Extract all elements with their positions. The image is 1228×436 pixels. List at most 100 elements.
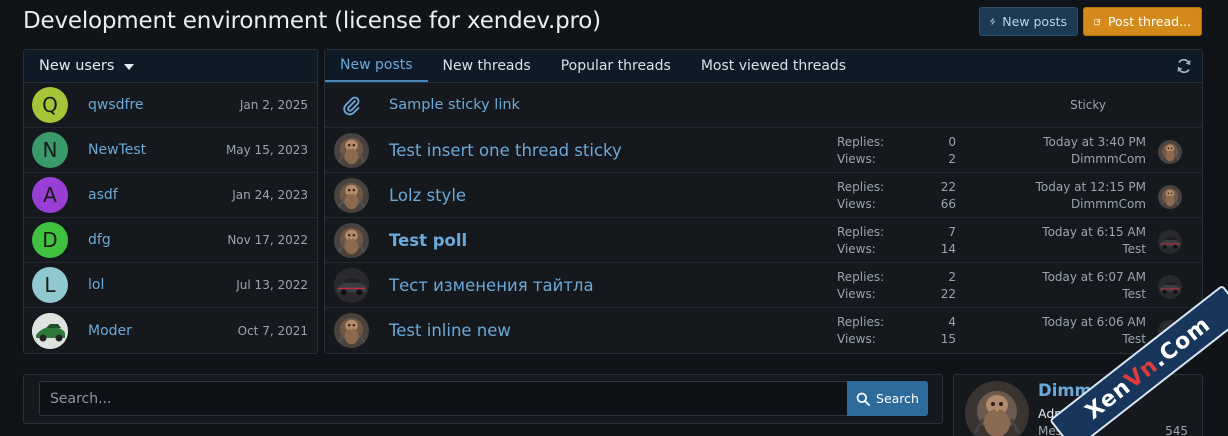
last-poster-avatar[interactable] <box>1158 275 1182 299</box>
thread-row[interactable]: Lolz style Replies: Views: 22 66 Today at 12:… <box>325 173 1202 218</box>
thread-row[interactable]: Тест изменения тайтла Replies: Views: 2 22 To… <box>325 263 1202 308</box>
replies-label: Replies: <box>837 315 885 329</box>
user-join-date: May 15, 2023 <box>225 143 308 157</box>
user-row[interactable]: Qqwsdfre Jan 2, 2025 <box>24 83 317 128</box>
thread-author-avatar[interactable] <box>334 268 369 303</box>
views-count: 14 <box>940 242 956 256</box>
thread-author-avatar[interactable] <box>334 313 369 348</box>
lightning-icon <box>990 18 996 25</box>
user-name[interactable]: lol <box>88 277 104 293</box>
last-post-user[interactable]: Test <box>1122 287 1146 301</box>
sticky-label: Sticky <box>1070 98 1106 112</box>
views-label: Views: <box>837 332 876 346</box>
last-poster-avatar[interactable] <box>1158 185 1182 209</box>
views-count: 15 <box>940 332 956 346</box>
user-join-date: Nov 17, 2022 <box>227 233 308 247</box>
user-avatar[interactable]: D <box>32 222 68 258</box>
last-post-user[interactable]: DimmmCom <box>1071 197 1146 211</box>
replies-label: Replies: <box>837 225 885 239</box>
last-post-time[interactable]: Today at 6:07 AM <box>1042 270 1146 284</box>
user-name[interactable]: NewTest <box>88 142 146 158</box>
search-widget: Search <box>23 374 943 424</box>
thread-author-avatar[interactable] <box>334 223 369 258</box>
tab-most-viewed-threads[interactable]: Most viewed threads <box>686 50 861 82</box>
views-count: 22 <box>940 287 956 301</box>
user-row[interactable]: Llol Jul 13, 2022 <box>24 263 317 308</box>
thread-title[interactable]: Test poll <box>389 218 467 263</box>
last-post-time[interactable]: Today at 3:40 PM <box>1043 135 1146 149</box>
user-name[interactable]: qwsdfre <box>88 97 144 113</box>
user-row[interactable]: N NewTest May 15, 2023 <box>24 128 317 173</box>
new-users-title: New users <box>39 58 115 74</box>
tab-new-posts[interactable]: New posts <box>325 50 428 82</box>
tab-popular-threads[interactable]: Popular threads <box>546 50 686 82</box>
new-users-header[interactable]: New users <box>24 50 317 83</box>
replies-count: 2 <box>948 270 956 284</box>
thread-author-avatar[interactable] <box>334 133 369 168</box>
refresh-icon[interactable] <box>1176 58 1192 74</box>
user-avatar[interactable]: Q <box>32 87 68 123</box>
threads-widget: New posts New threads Popular threads Mo… <box>324 49 1203 354</box>
last-post-user[interactable]: DimmmCom <box>1071 152 1146 166</box>
thread-title[interactable]: Lolz style <box>389 173 466 218</box>
paperclip-icon <box>343 96 360 116</box>
sticky-link[interactable]: Sample sticky link <box>389 83 520 128</box>
user-name[interactable]: dfg <box>88 232 111 248</box>
user-row[interactable]: Ddfg Nov 17, 2022 <box>24 218 317 263</box>
profile-messages-count: 545 <box>1165 424 1188 436</box>
caret-down-icon <box>124 64 135 70</box>
search-input[interactable] <box>39 381 849 416</box>
replies-label: Replies: <box>837 135 885 149</box>
replies-count: 0 <box>948 135 956 149</box>
user-row[interactable]: Moder Oct 7, 2021 <box>24 308 317 353</box>
thread-row[interactable]: Test insert one thread sticky Replies: Vie… <box>325 128 1202 173</box>
user-avatar[interactable]: L <box>32 267 68 303</box>
user-name[interactable]: Moder <box>88 323 132 339</box>
post-thread-button[interactable]: Post thread... <box>1083 7 1202 36</box>
new-users-widget: New users Qqwsdfre Jan 2, 2025 N NewTest May… <box>23 49 318 354</box>
user-join-date: Jan 2, 2025 <box>239 98 308 112</box>
thread-title[interactable]: Тест изменения тайтла <box>389 263 594 308</box>
user-avatar[interactable]: A <box>32 177 68 213</box>
page-title: Development environment (license for xen… <box>23 8 601 34</box>
user-join-date: Oct 7, 2021 <box>237 323 308 338</box>
search-icon <box>856 392 870 406</box>
search-button-label: Search <box>876 391 919 406</box>
sticky-row[interactable]: Sample sticky link Sticky <box>325 83 1202 128</box>
views-count: 2 <box>948 152 956 166</box>
thread-row[interactable]: Test poll Replies: Views: 7 14 Today at 6:15 … <box>325 218 1202 263</box>
user-avatar[interactable] <box>32 312 68 349</box>
thread-row[interactable]: Test inline new Replies: Views: 4 15 Today at… <box>325 308 1202 353</box>
new-posts-button[interactable]: New posts <box>979 7 1078 36</box>
replies-label: Replies: <box>837 270 885 284</box>
thread-tabs: New posts New threads Popular threads Mo… <box>325 50 1202 83</box>
tab-new-threads[interactable]: New threads <box>428 50 546 82</box>
edit-icon <box>1094 18 1101 25</box>
post-thread-label: Post thread... <box>1107 14 1191 29</box>
user-join-date: Jan 24, 2023 <box>232 188 308 202</box>
views-label: Views: <box>837 152 876 166</box>
views-label: Views: <box>837 242 876 256</box>
last-poster-avatar[interactable] <box>1158 230 1182 254</box>
replies-count: 22 <box>940 180 956 194</box>
profile-avatar[interactable] <box>965 381 1029 436</box>
last-post-time[interactable]: Today at 12:15 PM <box>1036 180 1146 194</box>
replies-count: 4 <box>948 315 956 329</box>
new-posts-label: New posts <box>1002 14 1067 29</box>
replies-label: Replies: <box>837 180 885 194</box>
user-join-date: Jul 13, 2022 <box>236 278 308 292</box>
replies-count: 7 <box>948 225 956 239</box>
views-label: Views: <box>837 287 876 301</box>
search-button[interactable]: Search <box>847 381 928 416</box>
thread-title[interactable]: Test inline new <box>389 308 511 353</box>
user-avatar[interactable]: N <box>32 132 68 168</box>
last-post-time[interactable]: Today at 6:15 AM <box>1042 225 1146 239</box>
last-post-user[interactable]: Test <box>1122 242 1146 256</box>
last-post-user[interactable]: Test <box>1122 332 1146 346</box>
last-post-time[interactable]: Today at 6:06 AM <box>1042 315 1146 329</box>
last-poster-avatar[interactable] <box>1158 140 1182 164</box>
user-name[interactable]: asdf <box>88 187 118 203</box>
thread-author-avatar[interactable] <box>334 178 369 213</box>
user-row[interactable]: Aasdf Jan 24, 2023 <box>24 173 317 218</box>
thread-title[interactable]: Test insert one thread sticky <box>389 128 622 173</box>
